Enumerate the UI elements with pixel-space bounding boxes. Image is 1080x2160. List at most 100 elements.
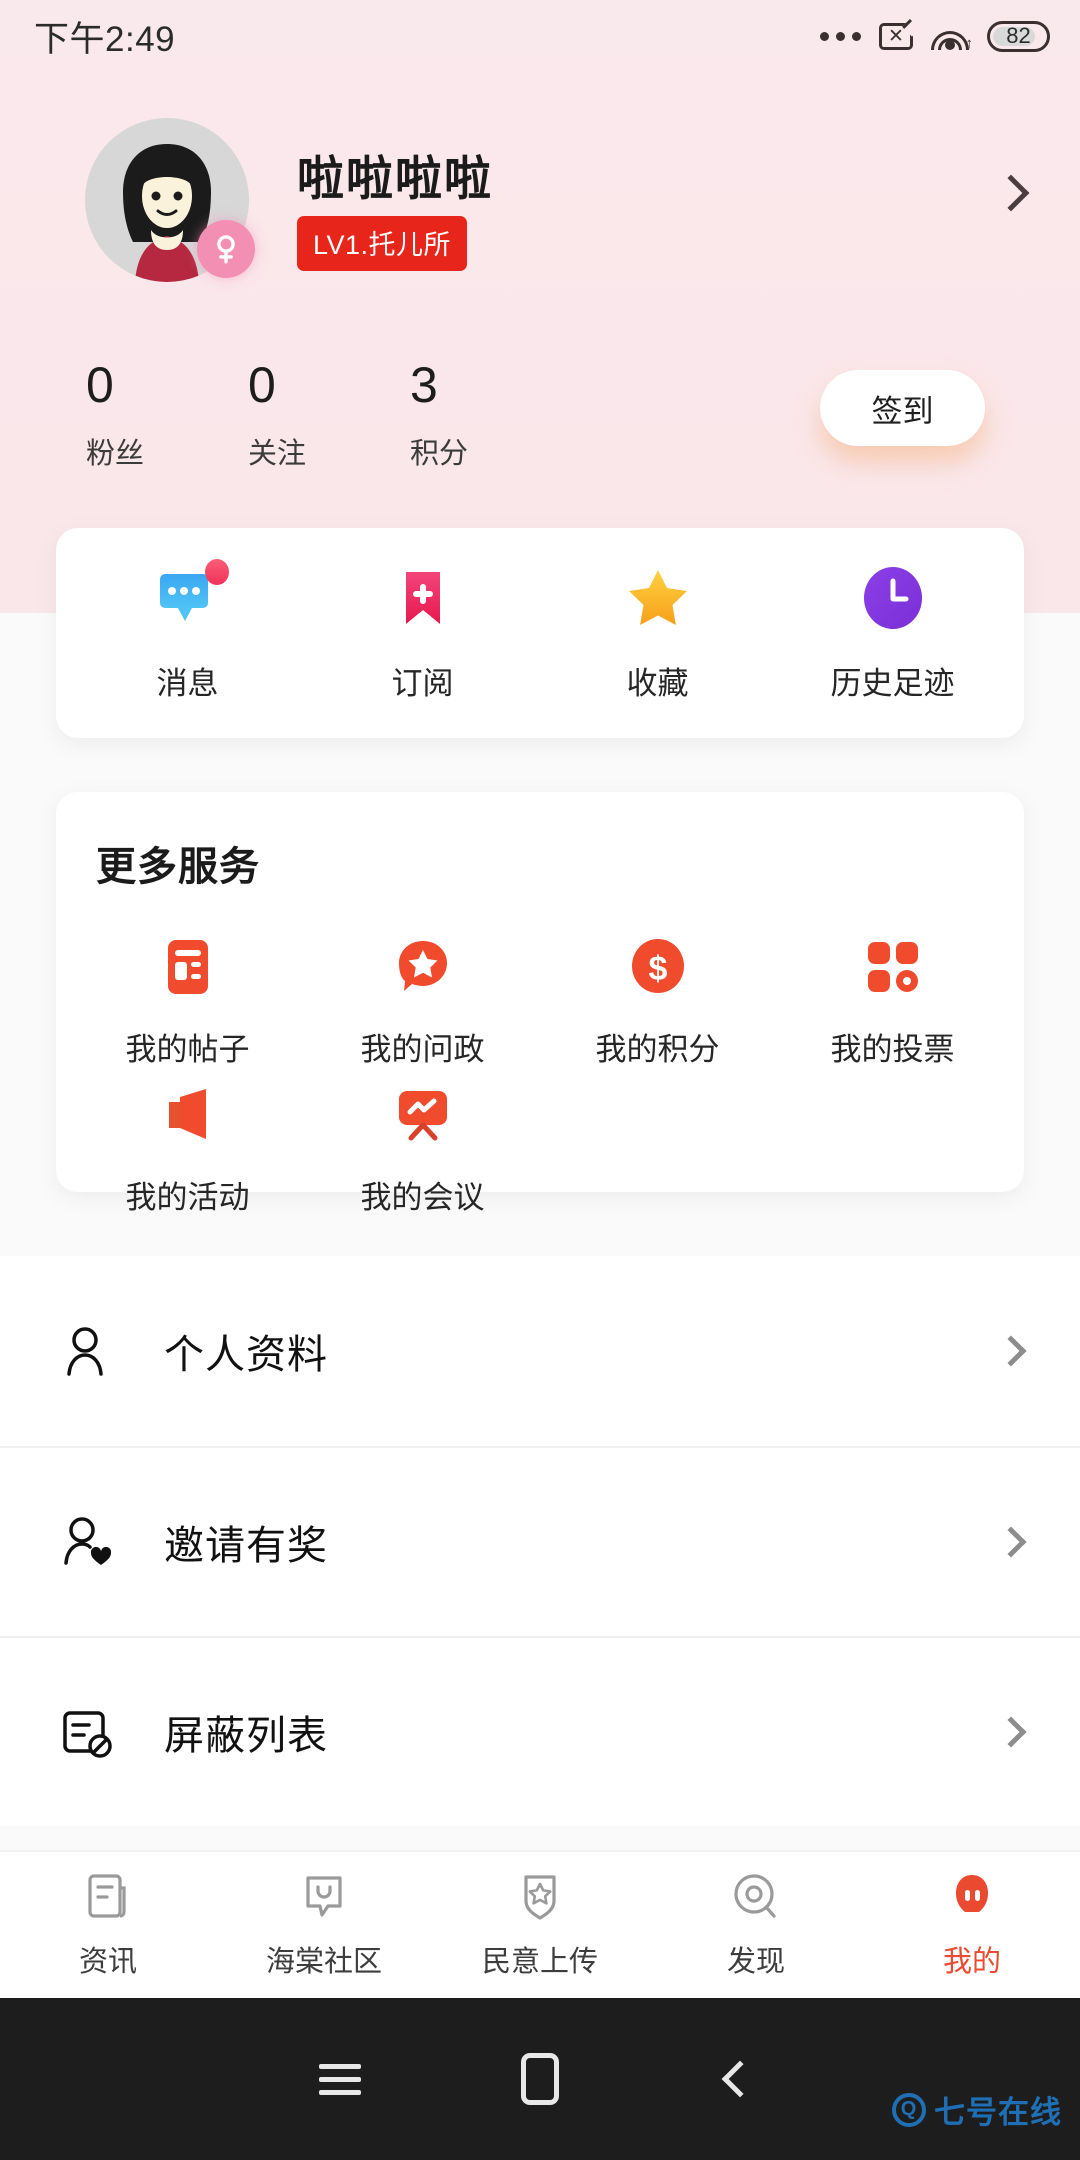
list-item-label: 个人资料 xyxy=(164,1333,328,1377)
status-time: 下午2:49 xyxy=(34,19,176,59)
quick-action-history[interactable]: 历史足迹 xyxy=(775,564,1010,703)
stat-value: 3 xyxy=(410,357,438,413)
list-item-label: 屏蔽列表 xyxy=(164,1714,328,1758)
tab-news[interactable]: 资讯 xyxy=(0,1870,216,1980)
quick-action-label: 收藏 xyxy=(626,665,689,701)
list-item-blocklist[interactable]: 屏蔽列表 xyxy=(0,1636,1080,1826)
list-item-invite[interactable]: 邀请有奖 xyxy=(0,1446,1080,1636)
profile-person-icon xyxy=(944,1870,1000,1926)
header-background xyxy=(0,0,1080,613)
star-icon xyxy=(624,564,692,632)
quick-action-subscribe[interactable]: 订阅 xyxy=(305,564,540,703)
tab-label: 发现 xyxy=(726,1946,785,1978)
battery-icon: 82 xyxy=(987,20,1050,52)
list-item-profile[interactable]: 个人资料 xyxy=(0,1256,1080,1446)
quick-action-label: 消息 xyxy=(156,665,219,701)
quick-action-messages[interactable]: 消息 xyxy=(70,558,305,703)
stat-following[interactable]: 0 关注 xyxy=(248,360,306,472)
settings-list: 个人资料 邀请有奖 屏蔽列表 xyxy=(0,1256,1080,1826)
stat-points[interactable]: 3 积分 xyxy=(410,360,468,472)
checkin-button[interactable]: 签到 xyxy=(820,370,985,446)
tab-mine[interactable]: 我的 xyxy=(864,1870,1080,1980)
android-nav-bar: Q 七号在线 xyxy=(0,1998,1080,2160)
quick-action-label: 订阅 xyxy=(391,665,454,701)
more-services-card: 更多服务 我的帖子 我的问政 $ 我的积分 我的投票 我的活动 我的会议 xyxy=(56,792,1024,1215)
tab-label: 我的 xyxy=(942,1946,1001,1978)
block-list-icon xyxy=(58,1703,116,1761)
tab-label: 资讯 xyxy=(78,1946,137,1978)
quick-action-favorites[interactable]: 收藏 xyxy=(540,564,775,703)
back-icon xyxy=(721,2060,759,2098)
notification-badge xyxy=(204,558,229,585)
home-button[interactable] xyxy=(440,2053,640,2105)
megaphone-flag-icon xyxy=(157,1084,219,1146)
service-label: 我的问政 xyxy=(360,1032,485,1067)
message-bubble-icon xyxy=(154,558,229,632)
status-badge: LV1.托儿所 xyxy=(297,216,468,271)
bookmark-plus-icon xyxy=(389,564,457,632)
service-label: 我的会议 xyxy=(360,1180,485,1215)
status-bar: 下午2:49 ✕ ↑ 82 xyxy=(0,0,1080,72)
presentation-board-icon xyxy=(392,1084,454,1146)
service-label: 我的投票 xyxy=(830,1032,955,1067)
chevron-right-icon xyxy=(995,1335,1027,1367)
phone-screen: 下午2:49 ✕ ↑ 82 啦啦啦啦 LV1.托儿所 0 粉丝 0 关注 3 积… xyxy=(0,0,1080,2160)
back-button[interactable] xyxy=(640,2060,840,2098)
quick-actions-card: 消息 订阅 收藏 历史足迹 xyxy=(56,528,1024,738)
chevron-right-icon[interactable] xyxy=(992,174,1030,212)
service-label: 我的积分 xyxy=(595,1032,720,1067)
status-icons: ✕ ↑ 82 xyxy=(820,20,1050,52)
shield-star-icon xyxy=(512,1870,568,1926)
tab-label: 民意上传 xyxy=(481,1946,598,1978)
service-my-posts[interactable]: 我的帖子 xyxy=(70,924,305,1072)
stat-label: 积分 xyxy=(410,438,469,470)
star-bubble-icon xyxy=(392,936,454,998)
home-icon xyxy=(521,2053,559,2105)
tab-label: 海棠社区 xyxy=(265,1946,382,1978)
service-my-meetings[interactable]: 我的会议 xyxy=(305,1072,540,1220)
chevron-right-icon xyxy=(995,1716,1027,1748)
page-title: 啦啦啦啦 xyxy=(297,152,493,205)
service-label: 我的帖子 xyxy=(125,1032,250,1067)
tab-opinion-upload[interactable]: 民意上传 xyxy=(432,1870,648,1980)
bottom-tab-bar: 资讯 海棠社区 民意上传 发现 我的 xyxy=(0,1850,1080,1998)
quick-action-label: 历史足迹 xyxy=(830,665,955,701)
more-dots-icon xyxy=(820,31,861,41)
gender-female-icon xyxy=(197,220,255,278)
list-item-label: 邀请有奖 xyxy=(164,1524,328,1568)
watermark-text: 七号在线 xyxy=(934,2095,1062,2130)
watermark: Q 七号在线 xyxy=(892,2087,1062,2132)
section-title: 更多服务 xyxy=(96,845,260,889)
service-my-points[interactable]: $ 我的积分 xyxy=(540,924,775,1072)
community-bubble-icon xyxy=(296,1870,352,1926)
person-icon xyxy=(58,1322,116,1380)
discover-circle-icon xyxy=(728,1870,784,1926)
watermark-logo-icon: Q xyxy=(892,2092,926,2127)
sim-card-off-icon: ✕ xyxy=(879,22,913,50)
svg-text:$: $ xyxy=(648,950,667,988)
stat-value: 0 xyxy=(86,357,114,413)
stat-label: 粉丝 xyxy=(86,438,145,470)
female-symbol xyxy=(217,235,235,264)
service-empty-slot xyxy=(775,1072,1010,1220)
person-heart-icon xyxy=(58,1513,116,1571)
menu-button[interactable] xyxy=(240,2056,440,2103)
service-my-votes[interactable]: 我的投票 xyxy=(775,924,1010,1072)
stat-label: 关注 xyxy=(248,438,307,470)
chevron-right-icon xyxy=(995,1526,1027,1558)
service-empty-slot xyxy=(540,1072,775,1220)
clock-history-icon xyxy=(859,564,927,632)
avatar[interactable] xyxy=(85,118,255,282)
tab-community[interactable]: 海棠社区 xyxy=(216,1870,432,1980)
stat-value: 0 xyxy=(248,357,276,413)
service-my-inquiries[interactable]: 我的问政 xyxy=(305,924,540,1072)
service-my-activities[interactable]: 我的活动 xyxy=(70,1072,305,1220)
profile-header[interactable]: 啦啦啦啦 LV1.托儿所 xyxy=(0,118,1080,298)
service-label: 我的活动 xyxy=(125,1180,250,1215)
dollar-coin-icon: $ xyxy=(627,936,689,998)
menu-icon xyxy=(319,2056,361,2103)
four-squares-vote-icon xyxy=(862,936,924,998)
tab-discover[interactable]: 发现 xyxy=(648,1870,864,1980)
stat-fans[interactable]: 0 粉丝 xyxy=(86,360,144,472)
article-layout-icon xyxy=(157,936,219,998)
